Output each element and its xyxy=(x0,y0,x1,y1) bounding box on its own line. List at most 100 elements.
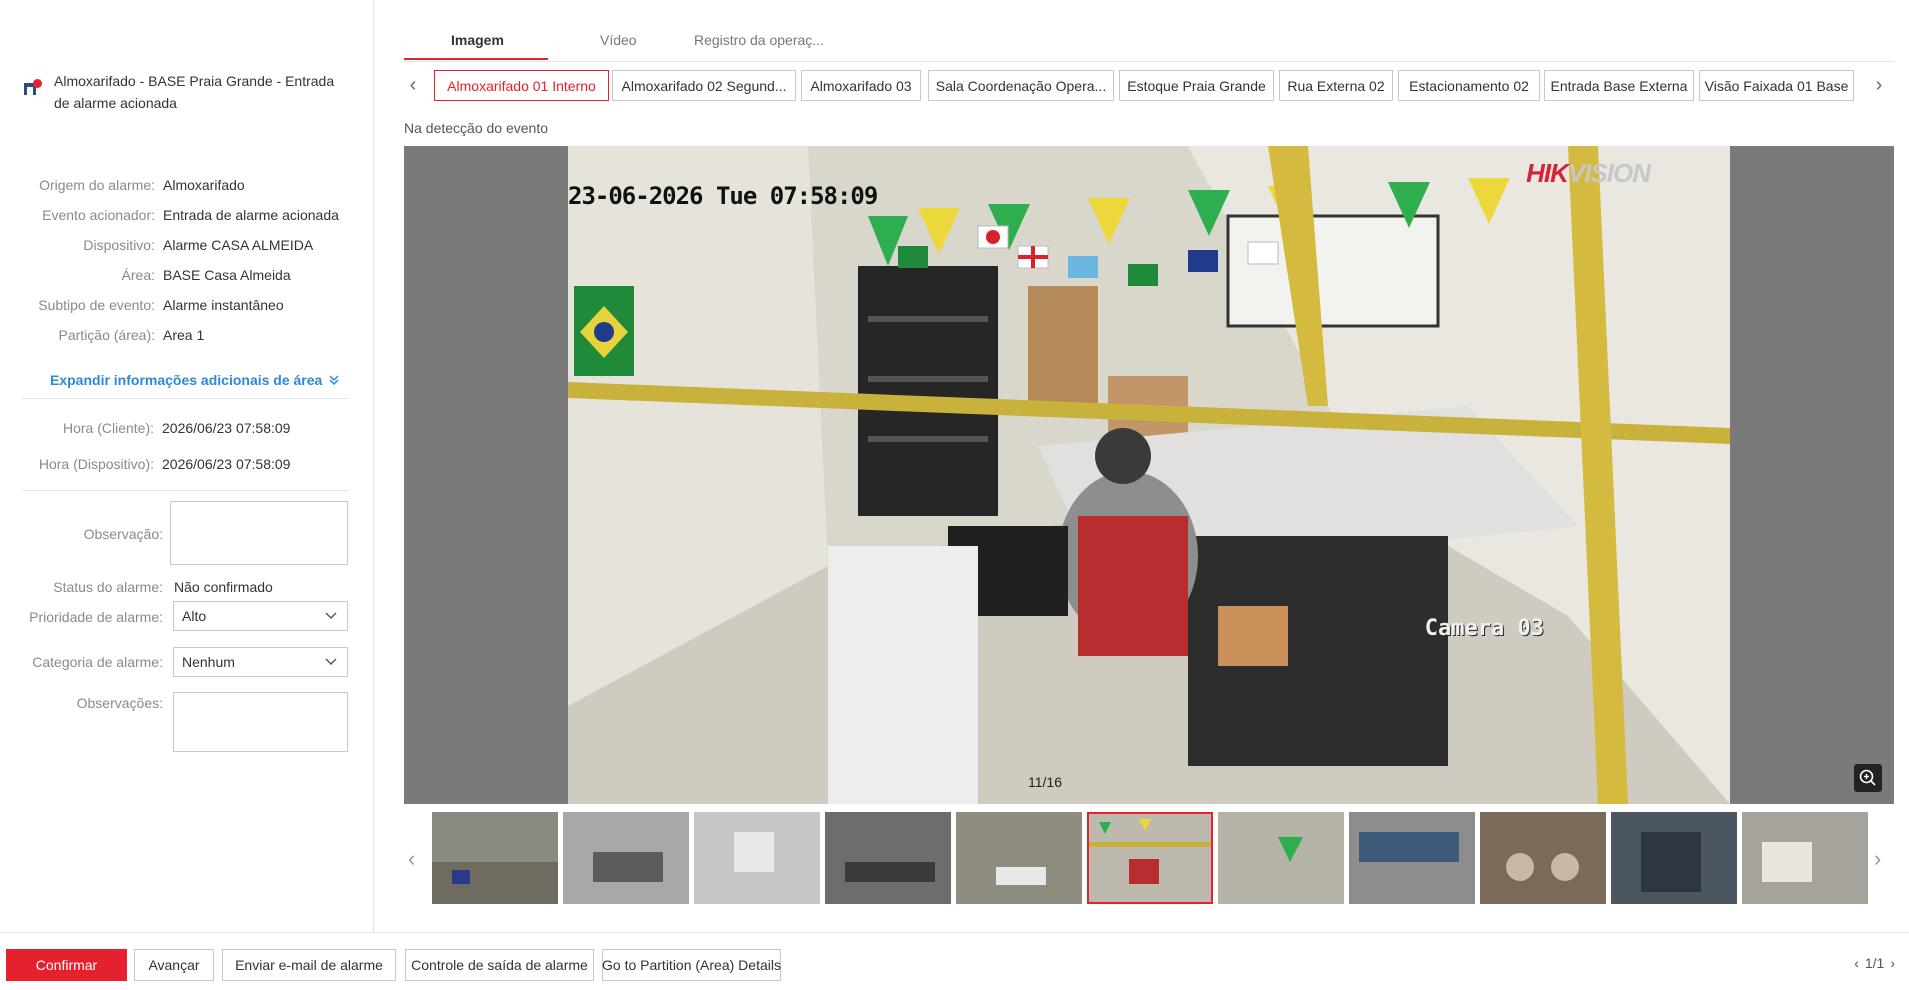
chevron-right-icon[interactable]: › xyxy=(1870,75,1888,95)
thumbnail[interactable] xyxy=(694,812,820,904)
brand-red-part: HIK xyxy=(1526,158,1569,188)
thumbnail-image xyxy=(1742,812,1868,904)
thumbnail-selected[interactable] xyxy=(1087,812,1213,904)
category-select[interactable]: Nenhum xyxy=(173,647,348,677)
observation-field[interactable] xyxy=(170,501,348,565)
thumbnail[interactable] xyxy=(432,812,558,904)
thumbnail[interactable] xyxy=(1742,812,1868,904)
chevron-down-icon xyxy=(325,658,337,665)
thumbnail-image xyxy=(1611,812,1737,904)
camera-tab[interactable]: Estacionamento 02 xyxy=(1398,70,1540,101)
info-value: Alarme CASA ALMEIDA xyxy=(163,237,314,253)
category-selected-value: Nenhum xyxy=(182,654,235,670)
time-value: 2026/06/23 07:58:09 xyxy=(162,420,291,436)
divider xyxy=(22,490,348,491)
camera-tab[interactable]: Estoque Praia Grande xyxy=(1119,70,1274,101)
camera-tab[interactable]: Sala Coordenação Opera... xyxy=(928,70,1114,101)
time-value: 2026/06/23 07:58:09 xyxy=(162,456,291,472)
tab-operation-log[interactable]: Registro da operaç... xyxy=(694,32,824,48)
zoom-button[interactable] xyxy=(1854,764,1882,792)
observations-field[interactable] xyxy=(173,692,348,752)
alarm-title: Almoxarifado - BASE Praia Grande - Entra… xyxy=(54,73,335,111)
time-label: Hora (Dispositivo): xyxy=(38,456,154,472)
time-row-device: Hora (Dispositivo): 2026/06/23 07:58:09 xyxy=(0,456,374,472)
osd-timestamp: 23-06-2026 Tue 07:58:09 xyxy=(568,182,878,210)
thumbnail-image xyxy=(694,812,820,904)
thumbnail[interactable] xyxy=(1611,812,1737,904)
thumbnail[interactable] xyxy=(563,812,689,904)
thumbnail-image xyxy=(1480,812,1606,904)
chevron-right-icon[interactable]: › xyxy=(1890,955,1895,971)
priority-select[interactable]: Alto xyxy=(173,601,348,631)
alarm-header: Almoxarifado - BASE Praia Grande - Entra… xyxy=(22,70,352,114)
page-indicator: 1/1 xyxy=(1864,955,1885,971)
camera-tab[interactable]: Almoxarifado 01 Interno xyxy=(434,70,609,101)
action-bar: Confirmar Avançar Enviar e-mail de alarm… xyxy=(0,932,1909,990)
info-value: Entrada de alarme acionada xyxy=(163,207,339,223)
thumbnail[interactable] xyxy=(956,812,1082,904)
info-row-trigger: Evento acionador: Entrada de alarme acio… xyxy=(0,200,374,230)
tab-image[interactable]: Imagem xyxy=(451,32,504,48)
thumbnail[interactable] xyxy=(1218,812,1344,904)
brand-grey-part: VISION xyxy=(1567,158,1651,188)
camera-snapshot: 23-06-2026 Tue 07:58:09 HIKVISION Camera… xyxy=(568,146,1730,804)
alarm-info-list: Origem do alarme: Almoxarifado Evento ac… xyxy=(0,170,374,350)
priority-selected-value: Alto xyxy=(182,608,207,624)
thumbnail[interactable] xyxy=(825,812,951,904)
info-row-subtype: Subtipo de evento: Alarme instantâneo xyxy=(0,290,374,320)
chevron-right-icon[interactable]: › xyxy=(1874,846,1881,872)
thumbnail-image xyxy=(1089,814,1211,902)
chevron-left-icon[interactable]: ‹ xyxy=(408,846,415,872)
snapshot-viewer: 23-06-2026 Tue 07:58:09 HIKVISION Camera… xyxy=(404,146,1894,804)
thumbnail[interactable] xyxy=(1480,812,1606,904)
confirm-button[interactable]: Confirmar xyxy=(6,949,127,981)
thumbnail-image xyxy=(825,812,951,904)
info-label: Partição (área): xyxy=(58,327,155,343)
thumbnail-image xyxy=(956,812,1082,904)
observation-label: Observação: xyxy=(83,526,163,542)
double-chevron-down-icon xyxy=(329,375,339,386)
camera-tab[interactable]: Visão Faixada 01 Base xyxy=(1699,70,1854,101)
office-scene-image xyxy=(568,146,1730,804)
tab-video[interactable]: Vídeo xyxy=(600,32,637,48)
status-label: Status do alarme: xyxy=(53,579,163,595)
alarm-detail-panel: Almoxarifado - BASE Praia Grande - Entra… xyxy=(0,0,374,932)
info-row-device: Dispositivo: Alarme CASA ALMEIDA xyxy=(0,230,374,260)
info-label: Evento acionador: xyxy=(42,207,155,223)
frame-counter: 11/16 xyxy=(1028,774,1062,790)
partition-details-button[interactable]: Go to Partition (Area) Details xyxy=(602,949,781,981)
info-label: Área: xyxy=(121,267,155,283)
zoom-in-icon xyxy=(1859,769,1876,786)
info-row-origin: Origem do alarme: Almoxarifado xyxy=(0,170,374,200)
info-label: Dispositivo: xyxy=(83,237,155,253)
divider xyxy=(22,398,348,399)
info-value: Alarme instantâneo xyxy=(163,297,284,313)
osd-camera-label: Camera 03 xyxy=(1424,616,1544,641)
alarm-input-icon xyxy=(22,78,44,100)
info-row-partition: Partição (área): Area 1 xyxy=(0,320,374,350)
camera-tab[interactable]: Rua Externa 02 xyxy=(1279,70,1393,101)
alarm-output-control-button[interactable]: Controle de saída de alarme xyxy=(405,949,594,981)
thumbnail-image xyxy=(1218,812,1344,904)
time-label: Hora (Cliente): xyxy=(62,420,154,436)
next-button[interactable]: Avançar xyxy=(134,949,214,981)
media-tabs: Imagem Vídeo Registro da operaç... xyxy=(404,26,1894,62)
thumbnail-image xyxy=(1349,812,1475,904)
camera-tab[interactable]: Almoxarifado 03 xyxy=(801,70,921,101)
expand-area-info-link[interactable]: Expandir informações adicionais de área xyxy=(50,372,340,388)
chevron-left-icon[interactable]: ‹ xyxy=(404,75,422,95)
send-email-button[interactable]: Enviar e-mail de alarme xyxy=(222,949,396,981)
time-row-client: Hora (Cliente): 2026/06/23 07:58:09 xyxy=(0,420,374,436)
camera-tab[interactable]: Entrada Base Externa xyxy=(1544,70,1694,101)
info-value: BASE Casa Almeida xyxy=(163,267,291,283)
info-label: Subtipo de evento: xyxy=(38,297,155,313)
priority-label: Prioridade de alarme: xyxy=(29,609,163,625)
thumbnail[interactable] xyxy=(1349,812,1475,904)
category-label: Categoria de alarme: xyxy=(32,654,163,670)
expand-area-info-label: Expandir informações adicionais de área xyxy=(50,372,323,388)
camera-tab[interactable]: Almoxarifado 02 Segund... xyxy=(612,70,796,101)
chevron-left-icon[interactable]: ‹ xyxy=(1854,955,1859,971)
chevron-down-icon xyxy=(325,612,337,619)
info-value: Area 1 xyxy=(163,327,205,343)
pager: ‹ 1/1 › xyxy=(1854,955,1895,971)
